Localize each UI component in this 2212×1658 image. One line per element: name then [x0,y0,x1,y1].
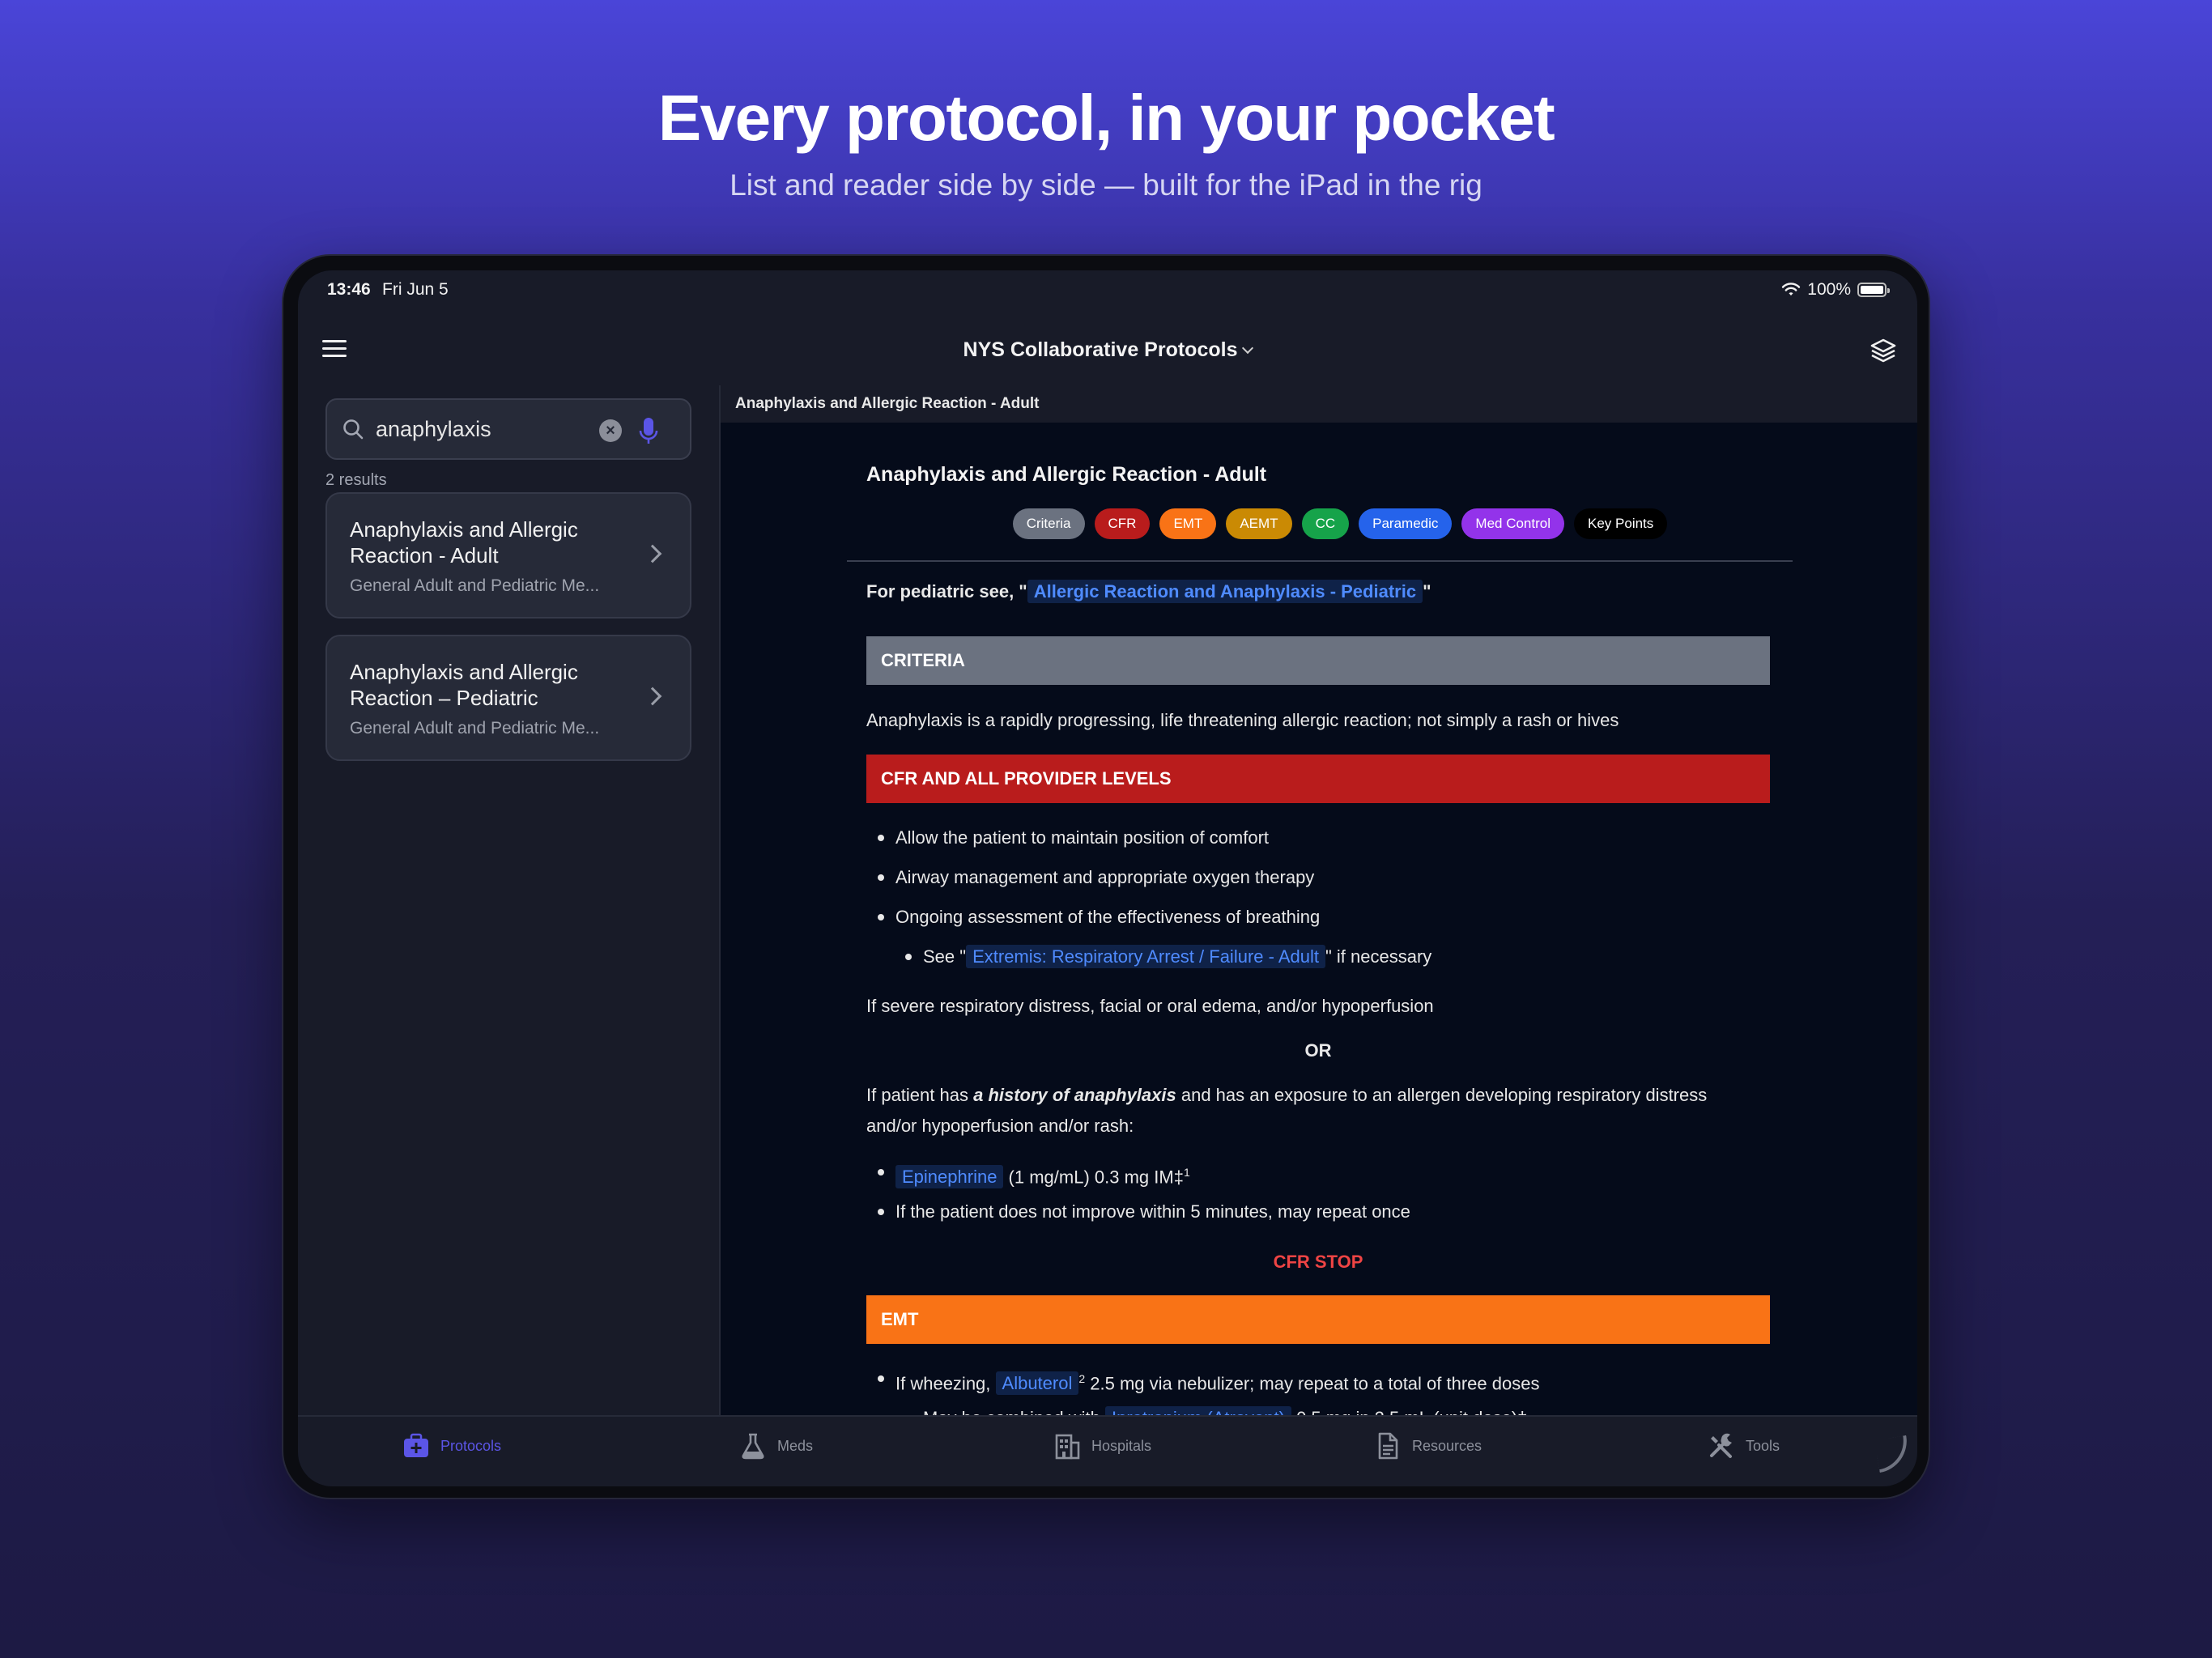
cfr-stop: CFR STOP [1273,1252,1363,1272]
tab-hospitals[interactable]: Hospitals [1053,1430,1151,1462]
history-text-line2: and/or hypoperfusion and/or rash: [866,1116,1134,1136]
criteria-text: Anaphylaxis is a rapidly progressing, li… [866,710,1619,730]
result-subtitle: General Adult and Pediatric Me... [350,576,600,595]
list-item: Epinephrine (1 mg/mL) 0.3 mg IM‡1 [878,1157,1190,1192]
hospital-building-icon [1055,1434,1080,1460]
microphone-icon[interactable] [638,414,659,447]
ipad-frame: 13:46 Fri Jun 5 100% NYS Collaborative P… [282,254,1930,1499]
chip-cfr[interactable]: CFR [1094,508,1151,539]
search-icon [343,419,364,440]
search-input[interactable] [376,413,586,445]
result-title: Anaphylaxis and Allergic Reaction – Pedi… [350,660,578,710]
list-item: See " Extremis: Respiratory Arrest / Fail… [904,942,1431,972]
nav-bar: NYS Collaborative Protocols [298,319,1917,385]
list-item: Airway management and appropriate oxygen… [877,862,1314,893]
list-item: May be combined with Ipratropium (Atrove… [923,1403,1527,1415]
history-text: If patient has a history of anaphylaxis … [866,1085,1708,1105]
link-albuterol[interactable]: Albuterol [995,1371,1079,1396]
section-chips: Criteria CFR EMT AEMT CC Paramedic Med Control… [866,508,1781,539]
chip-criteria[interactable]: Criteria [1012,508,1085,539]
list-item: If wheezing, Albuterol 2 2.5 mg via nebul… [877,1363,1539,1399]
breadcrumb: Anaphylaxis and Allergic Reaction - Adul… [735,395,1040,412]
ipad-screen: 13:46 Fri Jun 5 100% NYS Collaborative P… [298,270,1917,1486]
emt-banner: EMT [866,1295,1770,1344]
chevron-right-icon [643,687,662,706]
link-epinephrine[interactable]: Epinephrine [895,1165,1004,1189]
nav-title-label: NYS Collaborative Protocols [963,338,1238,361]
tab-resources[interactable]: Resources [1373,1430,1482,1462]
severe-text: If severe respiratory distress, facial o… [866,996,1434,1016]
chip-key-points[interactable]: Key Points [1574,508,1668,539]
chip-aemt[interactable]: AEMT [1226,508,1292,539]
divider [847,560,1793,562]
result-item-pediatric[interactable]: Anaphylaxis and Allergic Reaction – Pedi… [325,635,691,761]
cfr-banner: CFR AND ALL PROVIDER LEVELS [866,755,1770,803]
search-bar: × [325,398,691,460]
chevron-right-icon [643,544,662,563]
protocol-reader[interactable]: Anaphylaxis and Allergic Reaction - Adul… [721,385,1917,1415]
layers-icon[interactable] [1869,337,1898,366]
tab-protocols[interactable]: Protocols [402,1430,501,1462]
breadcrumb-bar: Anaphylaxis and Allergic Reaction - Adul… [721,385,1917,423]
criteria-banner: CRITERIA [866,636,1770,685]
status-right: 100% [1781,280,1890,300]
status-bar: 13:46 Fri Jun 5 100% [298,270,1917,319]
chip-paramedic[interactable]: Paramedic [1359,508,1453,539]
document-icon [1378,1432,1398,1460]
flask-icon [742,1433,764,1460]
clear-search-icon[interactable]: × [599,419,622,442]
status-time: 13:46 [327,280,371,299]
pediatric-reference: For pediatric see, " Allergic Reaction an… [866,580,1431,603]
link-respiratory-arrest[interactable]: Extremis: Respiratory Arrest / Failure -… [966,945,1325,968]
tools-icon [1710,1433,1732,1458]
link-pediatric-protocol[interactable]: Allergic Reaction and Anaphylaxis - Pedi… [1027,580,1423,603]
chip-cc[interactable]: CC [1301,508,1350,539]
list-item: If the patient does not improve within 5… [878,1197,1410,1227]
result-title: Anaphylaxis and Allergic Reaction - Adul… [350,517,578,568]
tab-meds[interactable]: Meds [738,1430,813,1462]
protocol-list-sidebar: × 2 results Anaphylaxis and Allergic Rea… [298,385,721,1415]
list-item: Allow the patient to maintain position o… [877,823,1269,853]
chip-med-control[interactable]: Med Control [1461,508,1565,539]
result-subtitle: General Adult and Pediatric Me... [350,719,600,738]
tab-tools[interactable]: Tools [1707,1430,1780,1462]
tab-bar: Protocols Meds Hospitals Resources Tools [298,1415,1917,1486]
results-count: 2 results [325,471,387,489]
battery-percent: 100% [1807,280,1851,299]
protocol-title: Anaphylaxis and Allergic Reaction - Adul… [866,463,1267,486]
wifi-icon [1782,283,1801,295]
medical-kit-icon [404,1433,428,1457]
marketing-headline: Every protocol, in your pocket [657,82,1555,154]
or-text: OR [1304,1040,1332,1061]
list-item: Ongoing assessment of the effectiveness … [877,902,1320,933]
status-date: Fri Jun 5 [382,280,449,299]
result-item-adult[interactable]: Anaphylaxis and Allergic Reaction - Adul… [325,492,691,619]
battery-icon [1857,283,1890,297]
link-ipratropium[interactable]: Ipratropium (Atrovent) [1105,1406,1291,1415]
marketing-subhead: List and reader side by side — built for… [730,168,1482,202]
protocol-set-selector[interactable]: NYS Collaborative Protocols [298,338,1917,362]
chip-emt[interactable]: EMT [1159,508,1217,539]
chevron-down-icon [1242,342,1254,355]
